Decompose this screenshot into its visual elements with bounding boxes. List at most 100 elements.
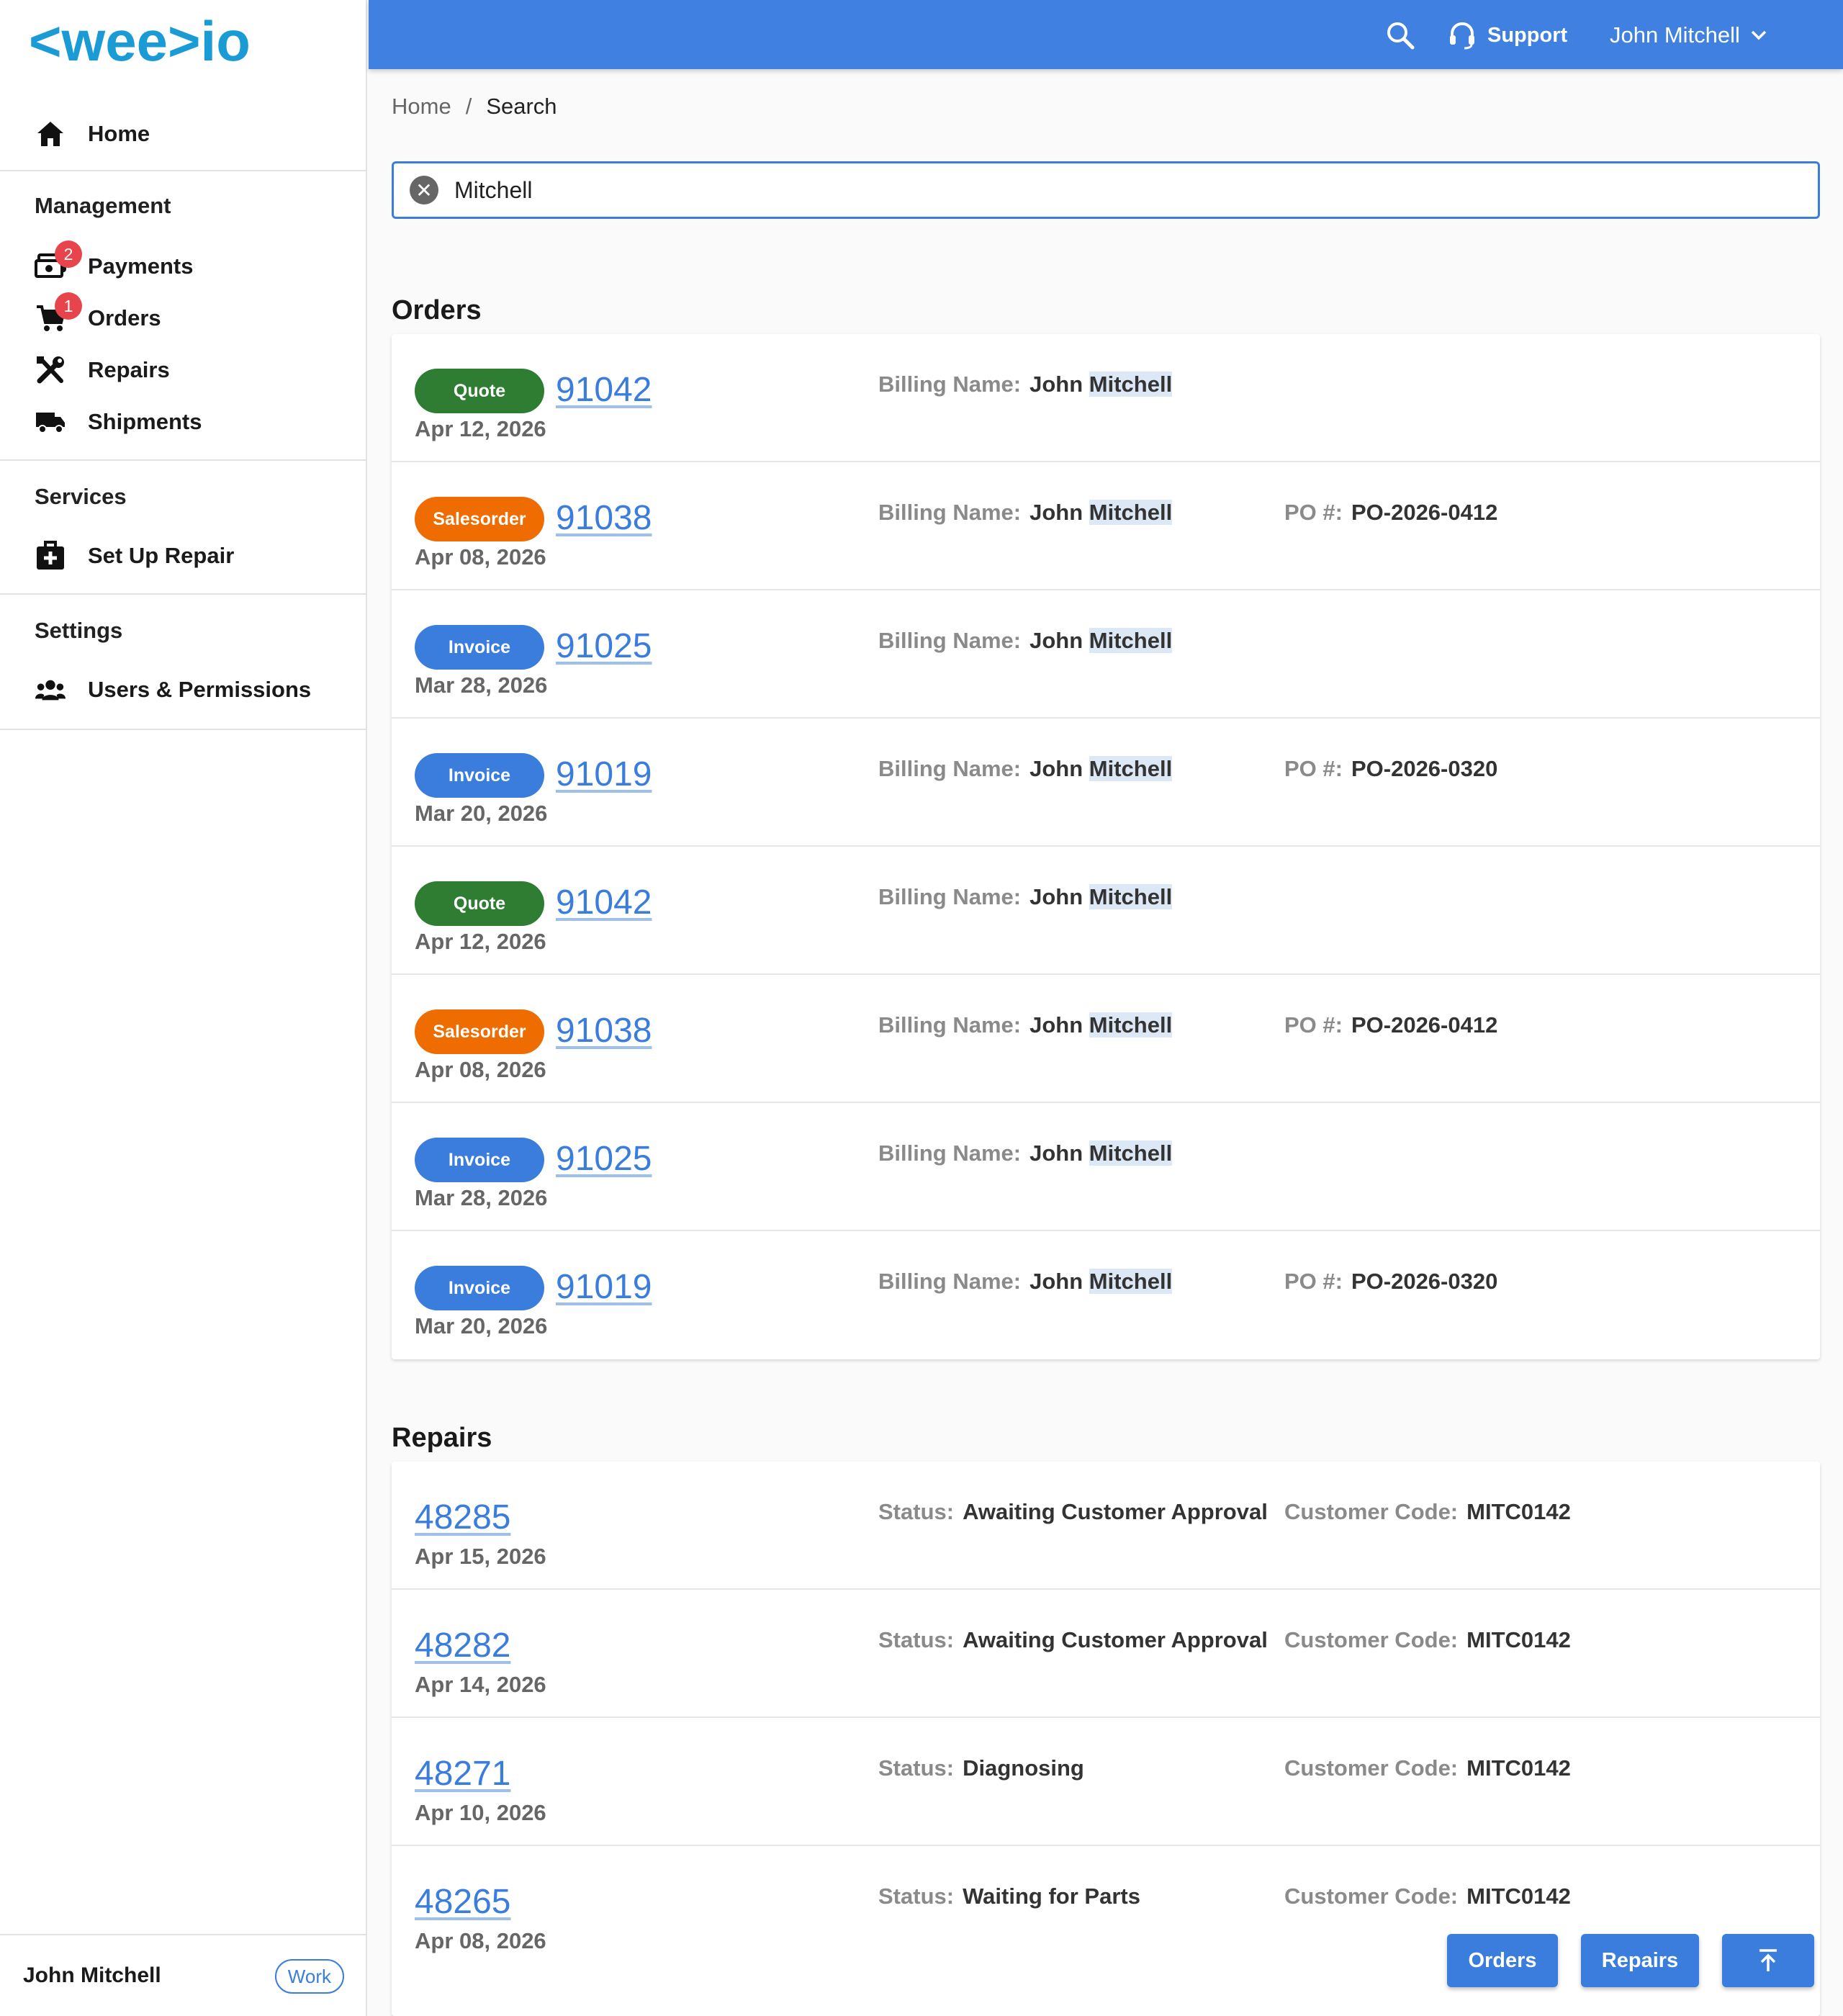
billing-first-name: John	[1029, 1012, 1083, 1038]
order-number-link[interactable]: 91019	[556, 755, 652, 794]
nav-shipments[interactable]: Shipments	[0, 397, 367, 446]
customer-code-label: Customer Code:	[1284, 1499, 1459, 1524]
order-number-link[interactable]: 91025	[556, 1139, 652, 1179]
payments-icon: 2	[35, 240, 82, 282]
billing-name-label: Billing Name:	[878, 372, 1022, 397]
weeio-logo[interactable]: <wee>io	[29, 16, 346, 71]
billing-name-value: John Mitchell	[1029, 628, 1173, 653]
arrow-to-top-icon	[1759, 1949, 1777, 1971]
billing-name-label: Billing Name:	[878, 1012, 1022, 1038]
search-input[interactable]	[454, 176, 1750, 204]
nav-orders[interactable]: 1 Orders	[0, 292, 367, 343]
sidebar-footer[interactable]: John Mitchell Work	[0, 1934, 367, 2016]
po-number-label: PO #:	[1284, 1269, 1343, 1294]
po-number-field: PO #: PO-2026-0320	[1284, 756, 1497, 782]
clear-search-icon[interactable]: ✕	[410, 176, 438, 204]
billing-name-field: Billing Name: John Mitchell	[878, 500, 1173, 526]
tools-icon	[35, 354, 66, 386]
search-match-highlight: Mitchell	[1089, 1012, 1173, 1038]
logo-text: <wee>io	[29, 16, 251, 71]
headset-icon	[1450, 22, 1474, 50]
settings-title: Settings	[35, 618, 123, 643]
billing-name-field: Billing Name: John Mitchell	[878, 1140, 1173, 1166]
nav-payments[interactable]: 2 Payments	[0, 240, 367, 291]
search-match-highlight: Mitchell	[1089, 756, 1173, 781]
repair-row[interactable]: 48282 Apr 14, 2026 Status: Awaiting Custome…	[392, 1590, 1820, 1718]
repair-date: Apr 15, 2026	[415, 1544, 546, 1569]
repair-date: Apr 08, 2026	[415, 1928, 546, 1953]
workspace-tag[interactable]: Work	[274, 1959, 344, 1994]
jump-to-repairs-button[interactable]: Repairs	[1581, 1934, 1699, 1987]
repair-status-value: Awaiting Customer Approval	[963, 1627, 1268, 1652]
repair-number-link[interactable]: 48285	[415, 1498, 510, 1537]
search-match-highlight: Mitchell	[1089, 628, 1173, 653]
repair-row[interactable]: 48271 Apr 10, 2026 Status: Diagnosing Custom…	[392, 1718, 1820, 1846]
nav-users-permissions[interactable]: Users & Permissions	[0, 665, 367, 714]
billing-name-label: Billing Name:	[878, 1269, 1022, 1294]
divider	[0, 459, 367, 461]
users-icon	[35, 674, 66, 706]
search-match-highlight: Mitchell	[1089, 372, 1173, 397]
order-number-link[interactable]: 91042	[556, 370, 652, 410]
billing-name-value: John Mitchell	[1029, 500, 1173, 525]
billing-name-label: Billing Name:	[878, 884, 1022, 909]
order-date: Apr 08, 2026	[415, 544, 546, 570]
nav-repairs[interactable]: Repairs	[0, 346, 367, 395]
nav-users-permissions-label: Users & Permissions	[88, 677, 312, 702]
order-row[interactable]: Salesorder 91038 Apr 08, 2026 Billing Name:…	[392, 975, 1820, 1103]
order-type-badge: Invoice	[415, 753, 544, 798]
repair-status-field: Status: Awaiting Customer Approval	[878, 1499, 1268, 1525]
repair-number-link[interactable]: 48265	[415, 1882, 510, 1922]
customer-code-value: MITC0142	[1466, 1755, 1571, 1781]
nav-home[interactable]: Home	[0, 108, 367, 160]
management-title: Management	[35, 193, 171, 218]
order-date: Mar 28, 2026	[415, 672, 548, 698]
po-number-label: PO #:	[1284, 756, 1343, 781]
order-number-link[interactable]: 91025	[556, 626, 652, 666]
order-type-badge: Quote	[415, 881, 544, 926]
breadcrumb-home[interactable]: Home	[392, 94, 451, 120]
customer-code-value: MITC0142	[1466, 1884, 1571, 1909]
order-date: Mar 20, 2026	[415, 1313, 548, 1338]
order-type-badge: Invoice	[415, 625, 544, 670]
order-row[interactable]: Invoice 91025 Mar 28, 2026 Billing Name: Joh…	[392, 590, 1820, 719]
billing-name-field: Billing Name: John Mitchell	[878, 628, 1173, 654]
nav-repairs-label: Repairs	[88, 357, 170, 382]
po-number-field: PO #: PO-2026-0412	[1284, 1012, 1497, 1038]
customer-code-field: Customer Code: MITC0142	[1284, 1755, 1571, 1781]
order-number-link[interactable]: 91038	[556, 498, 652, 538]
po-number-value: PO-2026-0412	[1351, 1012, 1498, 1038]
order-row[interactable]: Quote 91042 Apr 12, 2026 Billing Name: John …	[392, 847, 1820, 975]
repair-row[interactable]: 48285 Apr 15, 2026 Status: Awaiting Custome…	[392, 1462, 1820, 1590]
support-button[interactable]: Support	[1448, 17, 1567, 53]
order-row[interactable]: Invoice 91025 Mar 28, 2026 Billing Name: Joh…	[392, 1103, 1820, 1231]
order-number-link[interactable]: 91019	[556, 1267, 652, 1307]
nav-set-up-repair[interactable]: Set Up Repair	[0, 531, 367, 580]
repair-number-link[interactable]: 48282	[415, 1626, 510, 1665]
order-number-link[interactable]: 91038	[556, 1011, 652, 1050]
order-type-badge: Salesorder	[415, 497, 544, 541]
order-row[interactable]: Invoice 91019 Mar 20, 2026 Billing Name: Joh…	[392, 719, 1820, 847]
order-row[interactable]: Quote 91042 Apr 12, 2026 Billing Name: John …	[392, 334, 1820, 462]
search-field[interactable]: ✕	[392, 161, 1820, 219]
user-menu[interactable]: John Mitchell	[1610, 17, 1767, 53]
orders-list: Quote 91042 Apr 12, 2026 Billing Name: John …	[392, 334, 1820, 1359]
user-menu-name: John Mitchell	[1610, 22, 1740, 48]
order-type-badge: Quote	[415, 369, 544, 413]
order-row[interactable]: Invoice 91019 Mar 20, 2026 Billing Name: Joh…	[392, 1231, 1820, 1359]
order-row[interactable]: Salesorder 91038 Apr 08, 2026 Billing Name:…	[392, 462, 1820, 590]
scroll-to-top-button[interactable]	[1722, 1934, 1814, 1987]
jump-to-orders-button[interactable]: Orders	[1447, 1934, 1558, 1987]
search-icon[interactable]	[1385, 20, 1415, 50]
billing-first-name: John	[1029, 1269, 1083, 1294]
support-label: Support	[1487, 23, 1568, 47]
customer-code-label: Customer Code:	[1284, 1755, 1459, 1781]
billing-name-value: John Mitchell	[1029, 372, 1173, 397]
orders-section-title: Orders	[392, 295, 482, 325]
footer-user-name: John Mitchell	[23, 1963, 161, 1987]
order-number-link[interactable]: 91042	[556, 883, 652, 922]
billing-name-label: Billing Name:	[878, 500, 1022, 525]
repair-number-link[interactable]: 48271	[415, 1754, 510, 1794]
po-number-value: PO-2026-0320	[1351, 1269, 1498, 1294]
nav-orders-label: Orders	[88, 305, 161, 330]
